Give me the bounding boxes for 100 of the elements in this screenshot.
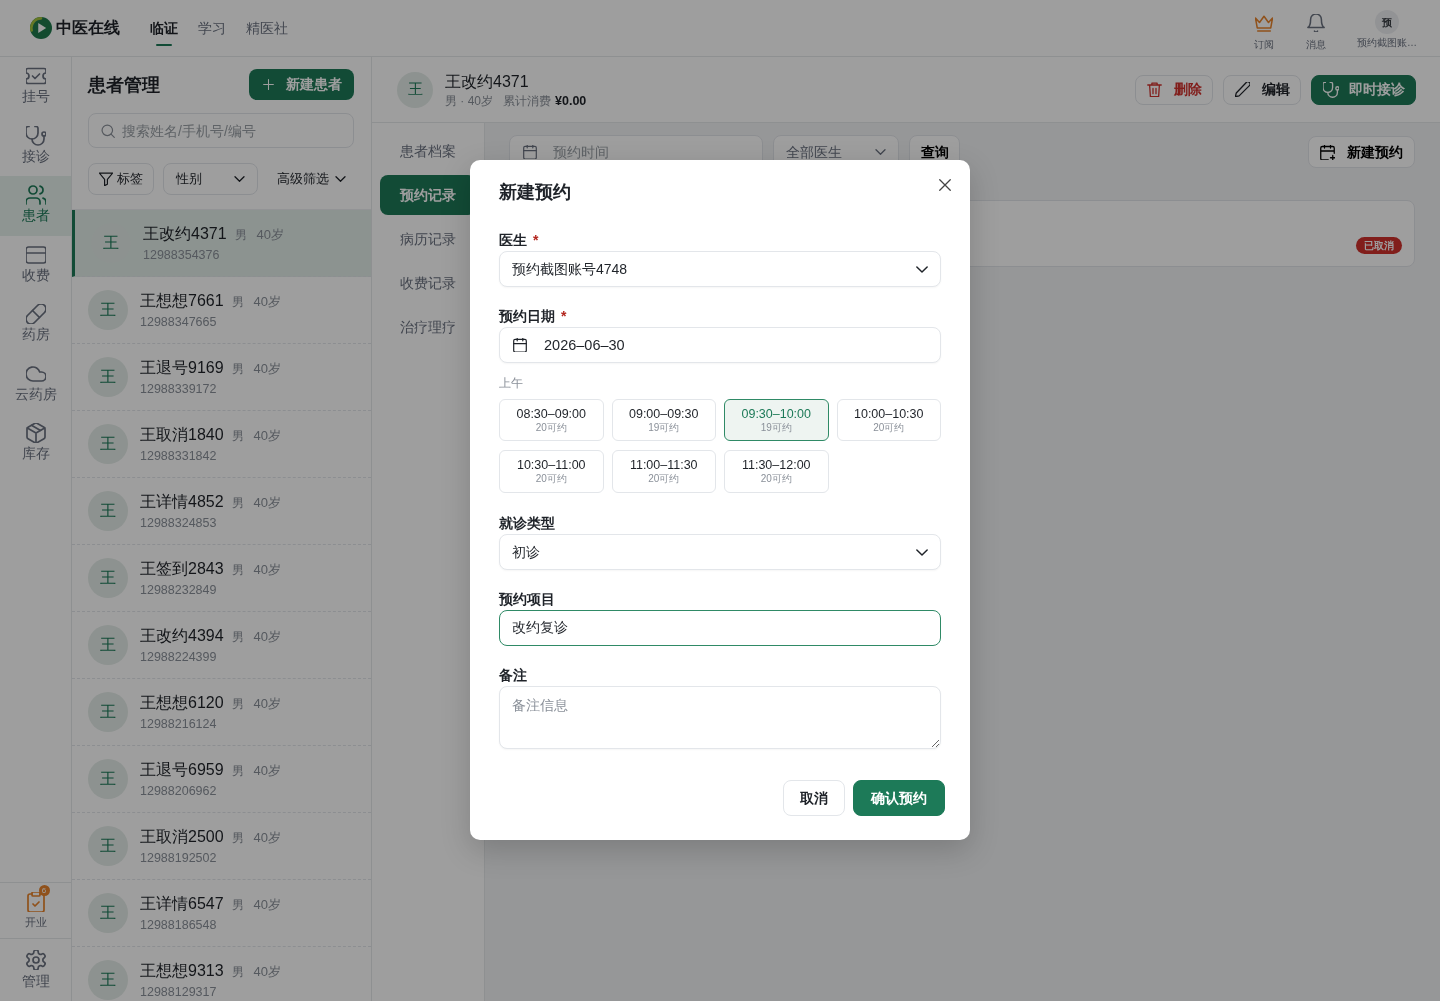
nav-tab[interactable]: 临证 xyxy=(150,0,178,56)
time-slot[interactable]: 09:30–10:00 19可约 xyxy=(724,399,829,441)
nav-tab[interactable]: 精医社 xyxy=(246,0,288,56)
pill-icon xyxy=(25,304,46,325)
patient-age: 40岁 xyxy=(253,694,282,713)
edit-button[interactable]: 编辑 xyxy=(1223,74,1301,105)
patient-list-item[interactable]: 王 王想想6120 男 40岁 12988216124 xyxy=(72,679,371,746)
patient-name: 王取消2500 xyxy=(140,826,224,847)
patient-list-item[interactable]: 王 王退号6959 男 40岁 12988206962 xyxy=(72,746,371,813)
date-field[interactable]: 2026–06–30 xyxy=(499,327,941,363)
patient-avatar: 王 xyxy=(88,357,128,397)
patient-age: 40岁 xyxy=(253,828,282,847)
sidebar-item[interactable]: 接诊 xyxy=(0,116,71,176)
patient-avatar: 王 xyxy=(88,290,128,330)
notifications-button[interactable]: 消息 xyxy=(1296,10,1336,51)
patient-list-item[interactable]: 王 王详情4852 男 40岁 12988324853 xyxy=(72,478,371,545)
side-tab[interactable]: 患者档案 xyxy=(380,131,476,171)
patient-age: 40岁 xyxy=(253,895,282,914)
patient-list-item[interactable]: 王 王签到2843 男 40岁 12988232849 xyxy=(72,545,371,612)
patient-avatar: 王 xyxy=(88,893,128,933)
patient-list-item[interactable]: 王 王退号9169 男 40岁 12988339172 xyxy=(72,344,371,411)
stethoscope-icon xyxy=(1323,81,1339,98)
delete-button[interactable]: 删除 xyxy=(1135,74,1213,105)
dialog-title: 新建预约 xyxy=(499,181,572,204)
time-slot[interactable]: 11:30–12:00 20可约 xyxy=(724,450,829,493)
search-icon xyxy=(101,123,115,138)
cloud-icon xyxy=(25,363,46,384)
time-slot[interactable]: 11:00–11:30 20可约 xyxy=(611,450,716,493)
tag-filter-button[interactable]: 标签 xyxy=(88,163,154,195)
patient-phone: 12988224399 xyxy=(140,648,218,666)
patient-avatar: 王 xyxy=(88,826,128,866)
patient-avatar: 王 xyxy=(88,759,128,799)
start-consultation-button[interactable]: 即时接诊 xyxy=(1311,74,1416,105)
patient-name: 王详情6547 xyxy=(140,893,224,914)
patient-avatar: 王 xyxy=(88,491,128,531)
card-icon xyxy=(25,244,46,265)
patient-list-item[interactable]: 王 王想想7661 男 40岁 12988347665 xyxy=(72,277,371,344)
account-menu[interactable]: 预 预约截图账… xyxy=(1357,10,1417,49)
patient-list-item[interactable]: 王 王详情6547 男 40岁 12988186548 xyxy=(72,880,371,947)
patient-name: 王改约4394 xyxy=(140,625,224,646)
chevron-down-icon xyxy=(916,548,928,556)
patient-list-item[interactable]: 王 王想想9313 男 40岁 12988129317 xyxy=(72,947,371,1001)
sidebar-item[interactable]: 云药房 xyxy=(0,354,71,414)
trash-icon xyxy=(1147,82,1162,97)
patient-name: 王想想7661 xyxy=(140,290,224,311)
new-patient-button[interactable]: 新建患者 xyxy=(249,69,354,100)
gender-select[interactable]: 性别 xyxy=(163,163,258,195)
patient-age: 40岁 xyxy=(253,359,282,378)
field-label: 备注 xyxy=(499,666,528,685)
patient-list-item[interactable]: 王 王取消2500 男 40岁 12988192502 xyxy=(72,813,371,880)
patient-avatar: 王 xyxy=(88,960,128,1000)
patient-gender: 男 xyxy=(231,427,244,445)
period-label: 上午 xyxy=(499,375,524,391)
panel-title: 患者管理 xyxy=(88,73,160,97)
search-field[interactable]: 搜索姓名/手机号/编号 xyxy=(88,113,354,148)
patient-phone: 12988206962 xyxy=(140,782,218,800)
patient-name: 王取消1840 xyxy=(140,424,224,445)
patient-name: 王详情4852 xyxy=(140,491,224,512)
patient-age: 40岁 xyxy=(253,761,282,780)
subscription-button[interactable]: 订阅 xyxy=(1244,10,1284,51)
patient-avatar: 王 xyxy=(88,625,128,665)
patient-list-item[interactable]: 王 王改约4394 男 40岁 12988224399 xyxy=(72,612,371,679)
select-field[interactable]: 初诊 xyxy=(499,534,941,570)
patient-name: 王签到2843 xyxy=(140,558,224,579)
sidebar-item[interactable]: 6 开业 xyxy=(0,882,71,938)
sidebar-item[interactable]: 药房 xyxy=(0,295,71,355)
time-slot[interactable]: 10:00–10:30 20可约 xyxy=(836,399,941,441)
patient-name: 王想想6120 xyxy=(140,692,224,713)
time-slot[interactable]: 09:00–09:30 19可约 xyxy=(611,399,716,441)
clipboard-check-icon xyxy=(25,892,46,912)
notes-textarea[interactable]: 备注信息 xyxy=(499,686,941,749)
sidebar-item[interactable]: 挂号 xyxy=(0,57,71,117)
cancel-button[interactable]: 取消 xyxy=(783,780,845,816)
user-avatar: 预 xyxy=(1375,10,1399,34)
confirm-button[interactable]: 确认预约 xyxy=(853,780,945,816)
patient-age: 40岁 xyxy=(253,627,282,646)
calendar-plus-icon xyxy=(1320,144,1335,160)
time-slot[interactable]: 10:30–11:00 20可约 xyxy=(499,450,604,493)
field-label: 医生 * xyxy=(499,231,540,250)
filter-icon xyxy=(99,172,113,186)
patient-gender: 男 xyxy=(231,494,244,512)
chevron-down-icon xyxy=(916,265,928,273)
ticket-icon xyxy=(25,66,46,87)
patient-phone: 12988216124 xyxy=(140,715,218,733)
sidebar-item[interactable]: 管理 xyxy=(0,938,71,1001)
patient-phone: 12988324853 xyxy=(140,514,218,532)
pencil-icon xyxy=(1235,82,1250,97)
select-field[interactable]: 预约截图账号4748 xyxy=(499,251,941,287)
text-input[interactable]: 改约复诊 xyxy=(499,610,941,646)
field-label: 预约日期 * xyxy=(499,307,568,326)
sidebar-item[interactable]: 患者 xyxy=(0,176,71,236)
sidebar-item[interactable]: 库存 xyxy=(0,414,71,474)
chevron-down-icon xyxy=(234,176,245,182)
new-appointment-button[interactable]: 新建预约 xyxy=(1308,136,1415,168)
patient-list-item[interactable]: 王 王取消1840 男 40岁 12988331842 xyxy=(72,411,371,478)
stethoscope-icon xyxy=(25,125,46,146)
advanced-filter-dropdown[interactable]: 高级筛选 xyxy=(277,169,346,189)
close-icon xyxy=(939,179,951,191)
nav-tab[interactable]: 学习 xyxy=(198,0,226,56)
time-slot[interactable]: 08:30–09:00 20可约 xyxy=(499,399,604,441)
